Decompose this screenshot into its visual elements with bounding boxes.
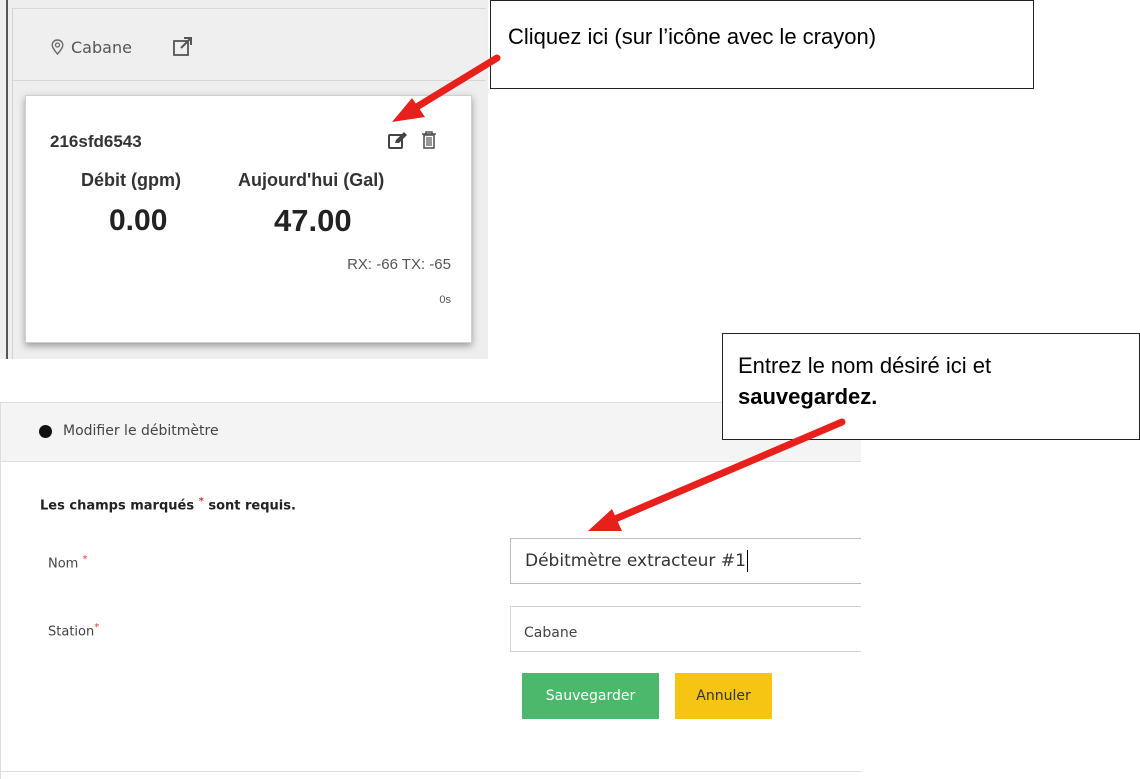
name-input[interactable]: Débitmètre extracteur #1 [510, 538, 861, 584]
required-note-prefix: Les champs marqués [40, 498, 195, 514]
callout-text: Cliquez ici (sur l’icône avec le crayon) [508, 24, 877, 49]
name-label: Nom * [48, 554, 87, 571]
name-label-text: Nom [48, 556, 79, 572]
required-star: * [94, 622, 100, 633]
station-select-value: Cabane [524, 625, 578, 641]
edit-pencil-icon[interactable] [388, 131, 408, 153]
trash-icon[interactable] [421, 130, 437, 153]
instruction-callout-save: Entrez le nom désiré ici et sauvegardez. [722, 333, 1140, 440]
station-label: Station* [48, 622, 99, 639]
external-link-icon[interactable] [173, 37, 193, 60]
flow-rate-label: Débit (gpm) [81, 170, 181, 190]
station-select[interactable]: Cabane [510, 606, 861, 652]
circle-icon [39, 425, 52, 438]
text-caret [746, 550, 748, 572]
map-pin-icon [51, 39, 64, 59]
station-name[interactable]: Cabane [71, 38, 132, 57]
instruction-callout-edit: Cliquez ici (sur l’icône avec le crayon) [490, 0, 1034, 89]
required-fields-note: Les champs marqués * sont requis. [40, 496, 296, 513]
station-label-text: Station [48, 624, 95, 640]
device-id: 216sfd6543 [50, 132, 142, 151]
flow-rate-value: 0.00 [109, 204, 168, 237]
left-border [6, 0, 8, 359]
station-header: Cabane [13, 9, 486, 81]
callout-text: Entrez le nom désiré ici et [738, 353, 992, 378]
required-star: * [82, 554, 88, 565]
form-title: Modifier le débitmètre [63, 423, 219, 439]
flowmeter-card: 216sfd6543 Débit (gpm) Aujourd'hui (Gal)… [25, 95, 472, 343]
signal-strength: RX: -66 TX: -65 [347, 256, 451, 273]
station-panel: Cabane 216sfd6543 Débit (gpm) Aujourd'hu… [12, 8, 486, 359]
edit-flowmeter-screenshot: Modifier le débitmètre Les champs marqué… [0, 402, 861, 779]
required-star: * [198, 496, 204, 507]
name-input-value: Débitmètre extracteur #1 [525, 551, 746, 571]
last-update-age: 0s [439, 294, 451, 306]
required-note-suffix: sont requis. [208, 498, 296, 514]
divider [1, 771, 861, 772]
today-volume-value: 47.00 [274, 203, 352, 238]
callout-bold-text: sauvegardez. [738, 384, 878, 409]
today-volume-label: Aujourd'hui (Gal) [238, 170, 385, 190]
station-card-screenshot: Cabane 216sfd6543 Débit (gpm) Aujourd'hu… [0, 0, 488, 359]
cancel-button[interactable]: Annuler [675, 673, 772, 719]
save-button[interactable]: Sauvegarder [522, 673, 659, 719]
